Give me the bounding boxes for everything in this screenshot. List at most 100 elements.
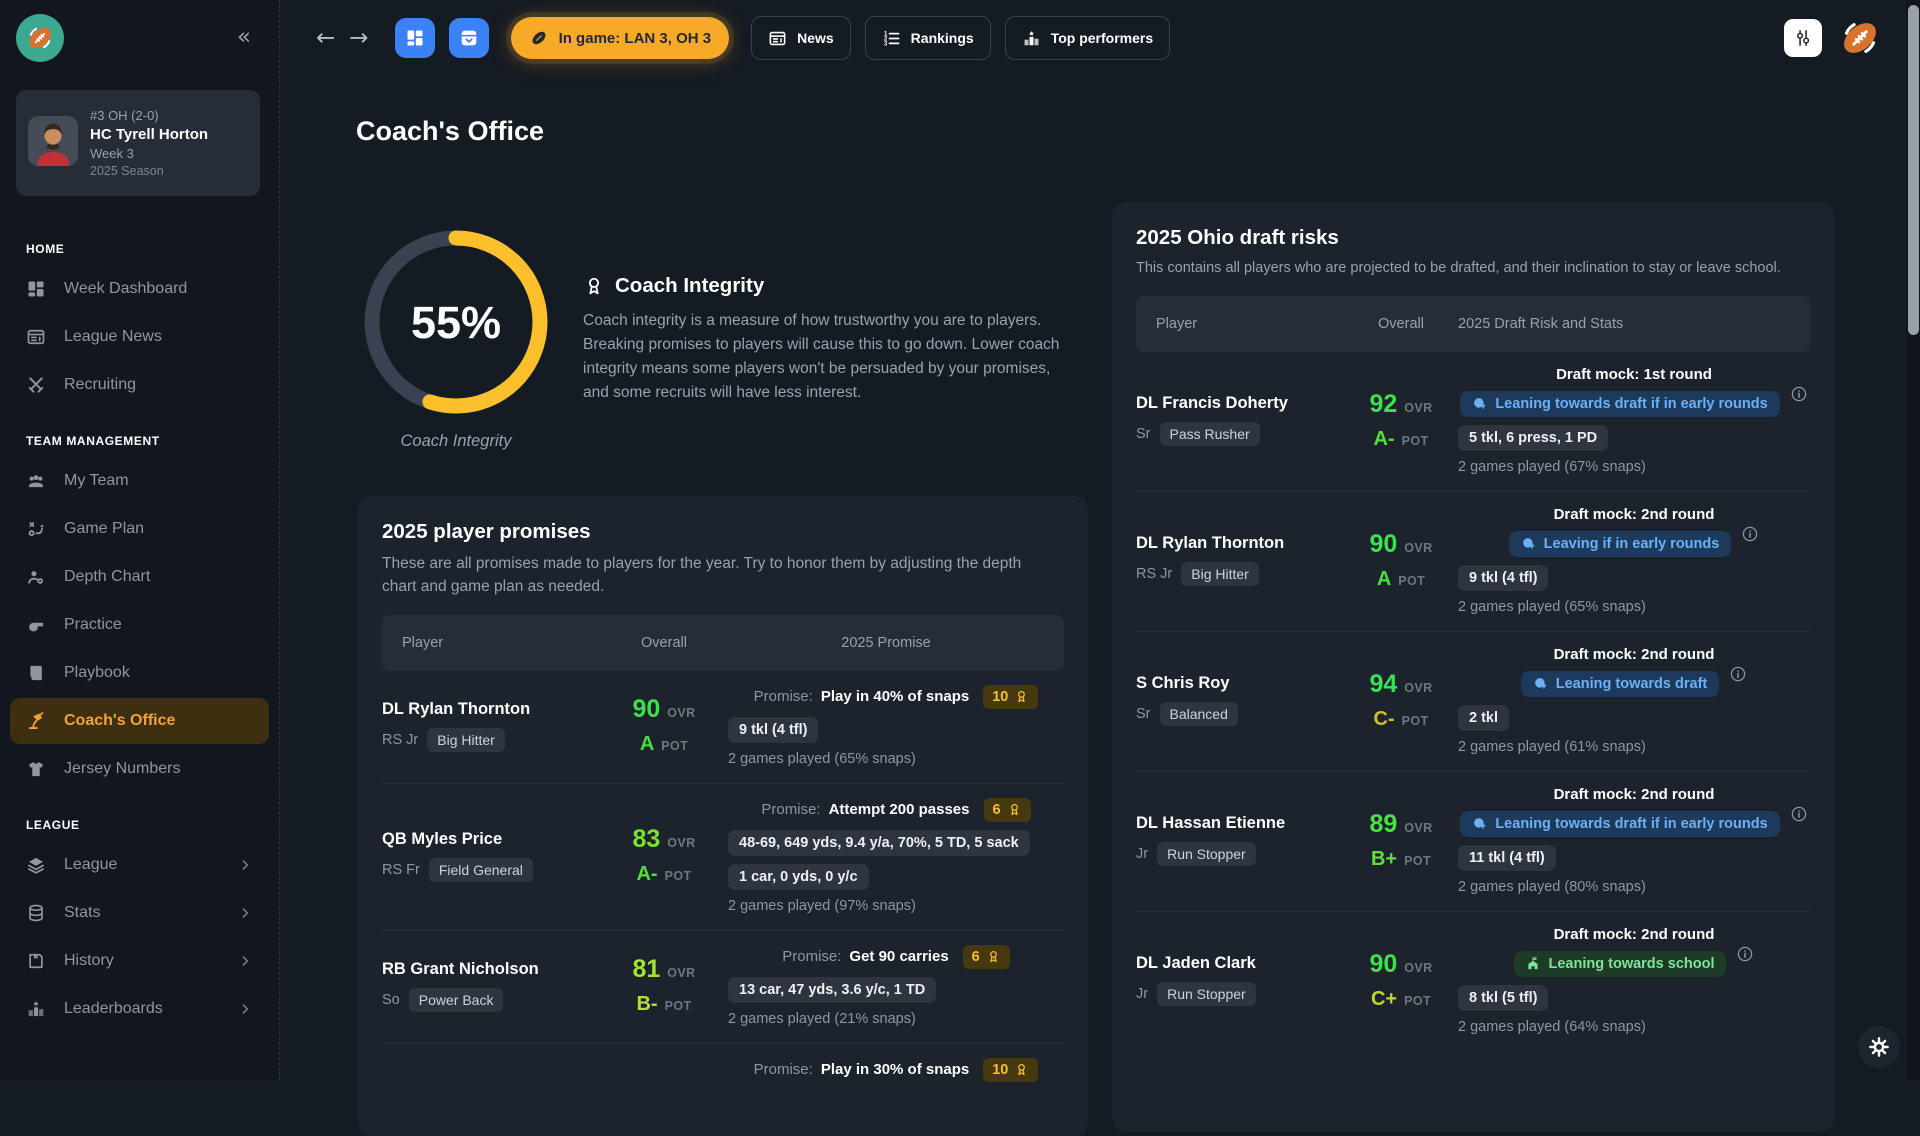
- scrollbar-thumb[interactable]: [1908, 5, 1919, 335]
- games-played: 2 games played (21% snaps): [728, 1011, 916, 1027]
- player-archetype-badge: Big Hitter: [427, 728, 505, 752]
- in-game-score-label: In game: LAN 3, OH 3: [559, 30, 712, 47]
- sidebar-item-coach-s-office[interactable]: Coach's Office: [10, 698, 269, 744]
- tab-label: News: [797, 30, 834, 46]
- sidebar-item-week-dashboard[interactable]: Week Dashboard: [10, 266, 269, 312]
- in-game-score-button[interactable]: In game: LAN 3, OH 3: [511, 17, 730, 59]
- sidebar-item-depth-chart[interactable]: Depth Chart: [10, 554, 269, 600]
- draft-risk-row[interactable]: DL Jaden Clark Jr Run Stopper 90OVR C+PO…: [1136, 912, 1810, 1051]
- player-cell[interactable]: DL Jaden Clark Jr Run Stopper: [1136, 954, 1344, 1006]
- promise-row-partial[interactable]: Promise: Play in 30% of snaps 10: [382, 1044, 1064, 1098]
- draft-panel-title: 2025 Ohio draft risks: [1136, 226, 1810, 250]
- player-cell[interactable]: RB Grant Nicholson So Power Back: [382, 960, 600, 1012]
- player-cell[interactable]: QB Myles Price RS Fr Field General: [382, 830, 600, 882]
- forward-arrow-button[interactable]: →: [349, 25, 368, 51]
- promise-row[interactable]: QB Myles Price RS Fr Field General 83OVR…: [382, 784, 1064, 931]
- tab-top-performers[interactable]: Top performers: [1005, 16, 1170, 60]
- sidebar-item-jersey-numbers[interactable]: Jersey Numbers: [10, 746, 269, 792]
- draft-risk-row[interactable]: DL Hassan Etienne Jr Run Stopper 89OVR B…: [1136, 772, 1810, 912]
- info-icon[interactable]: [1741, 525, 1759, 543]
- risk-pill: Leaving if in early rounds: [1509, 531, 1732, 557]
- svg-text:3: 3: [884, 41, 888, 47]
- draft-risk-cell: Draft mock: 2nd round Leaning towards dr…: [1458, 646, 1810, 755]
- draft-mock: Draft mock: 2nd round: [1554, 506, 1715, 523]
- player-class: RS Jr: [382, 732, 418, 748]
- overall-cell: 83OVR A-POT: [600, 825, 728, 886]
- ovr-unit: OVR: [1404, 401, 1432, 415]
- sidebar-item-label: Depth Chart: [64, 568, 253, 586]
- games-played: 2 games played (67% snaps): [1458, 459, 1646, 475]
- ovr-unit: OVR: [667, 836, 695, 850]
- overall-cell: 89OVR B+POT: [1344, 810, 1458, 871]
- sidebar-item-league-news[interactable]: League News: [10, 314, 269, 360]
- inbox-shortcut-button[interactable]: [449, 18, 489, 58]
- inbox-icon: [459, 28, 479, 48]
- integrity-percent: 55%: [411, 297, 501, 348]
- draft-mock: Draft mock: 2nd round: [1554, 926, 1715, 943]
- sidebar-item-history[interactable]: History: [10, 938, 269, 984]
- app-logo[interactable]: [16, 14, 64, 62]
- promise-text: Play in 40% of snaps: [821, 688, 969, 705]
- promise-label: Promise:: [761, 801, 820, 818]
- back-arrow-button[interactable]: ←: [316, 25, 335, 51]
- sidebar-item-practice[interactable]: Practice: [10, 602, 269, 648]
- promise-row[interactable]: RB Grant Nicholson So Power Back 81OVR B…: [382, 931, 1064, 1044]
- risk-label: Leaving if in early rounds: [1544, 536, 1720, 552]
- info-icon[interactable]: [1790, 805, 1808, 823]
- layers-icon: [26, 855, 46, 875]
- player-cell[interactable]: DL Rylan Thornton RS Jr Big Hitter: [1136, 534, 1344, 586]
- sidebar-item-my-team[interactable]: My Team: [10, 458, 269, 504]
- info-icon[interactable]: [1729, 665, 1747, 683]
- tab-news[interactable]: News: [751, 16, 851, 60]
- sidebar-collapse-button[interactable]: «: [237, 24, 251, 50]
- football-menu-button[interactable]: [1838, 16, 1882, 60]
- promises-panel-subtitle: These are all promises made to players f…: [382, 552, 1030, 599]
- stat-pill: 5 tkl, 6 press, 1 PD: [1458, 425, 1608, 451]
- sliders-icon: [1792, 27, 1814, 49]
- column-header: Player: [402, 635, 600, 651]
- dashboard-shortcut-button[interactable]: [395, 18, 435, 58]
- draft-risk-row[interactable]: DL Francis Doherty Sr Pass Rusher 92OVR …: [1136, 352, 1810, 492]
- whistle-icon: [26, 615, 46, 635]
- sidebar-item-label: History: [64, 952, 219, 970]
- info-icon[interactable]: [1736, 945, 1754, 963]
- draft-risk-row[interactable]: S Chris Roy Sr Balanced 94OVR C-POT Draf…: [1136, 632, 1810, 772]
- tab-rankings[interactable]: 123 Rankings: [865, 16, 991, 60]
- filters-button[interactable]: [1784, 19, 1822, 57]
- player-cell[interactable]: DL Hassan Etienne Jr Run Stopper: [1136, 814, 1344, 866]
- sidebar-item-stats[interactable]: Stats: [10, 890, 269, 936]
- gear-icon: [1868, 1036, 1890, 1058]
- scrollbar-track[interactable]: [1906, 0, 1920, 1080]
- sidebar-item-recruiting[interactable]: Recruiting: [10, 362, 269, 408]
- player-cell[interactable]: DL Rylan Thornton RS Jr Big Hitter: [382, 700, 600, 752]
- player-name: DL Jaden Clark: [1136, 954, 1344, 973]
- player-class: So: [382, 992, 400, 1008]
- sidebar-item-label: Stats: [64, 904, 219, 922]
- pot-unit: POT: [1402, 714, 1429, 728]
- chevron-right-icon: [237, 1001, 253, 1017]
- sidebar-item-leaderboards[interactable]: Leaderboards: [10, 986, 269, 1032]
- risk-pill: Leaning towards school: [1514, 951, 1727, 977]
- settings-button[interactable]: [1858, 1026, 1900, 1068]
- medal-icon: [583, 275, 605, 297]
- chevron-right-icon: [237, 953, 253, 969]
- ovr-value: 90: [1369, 950, 1397, 979]
- coach-avatar: [28, 116, 78, 170]
- promise-row[interactable]: DL Rylan Thornton RS Jr Big Hitter 90OVR…: [382, 671, 1064, 784]
- promise-cell: Promise: Get 90 carries 6 13 car, 47 yds…: [728, 945, 1064, 1027]
- player-cell[interactable]: DL Francis Doherty Sr Pass Rusher: [1136, 394, 1344, 446]
- draft-risk-row[interactable]: DL Rylan Thornton RS Jr Big Hitter 90OVR…: [1136, 492, 1810, 632]
- coach-profile-card[interactable]: #3 OH (2-0) HC Tyrell Horton Week 3 2025…: [16, 90, 260, 196]
- column-header: 2025 Promise: [728, 635, 1044, 651]
- sidebar-item-game-plan[interactable]: Game Plan: [10, 506, 269, 552]
- grid-icon: [26, 279, 46, 299]
- column-header: Overall: [1344, 316, 1458, 332]
- column-header: Player: [1156, 316, 1344, 332]
- sidebar-item-playbook[interactable]: Playbook: [10, 650, 269, 696]
- pot-unit: POT: [1398, 574, 1425, 588]
- info-icon[interactable]: [1790, 385, 1808, 403]
- ovr-value: 90: [1369, 530, 1397, 559]
- sidebar-item-league[interactable]: League: [10, 842, 269, 888]
- promise-label: Promise:: [782, 948, 841, 965]
- player-cell[interactable]: S Chris Roy Sr Balanced: [1136, 674, 1344, 726]
